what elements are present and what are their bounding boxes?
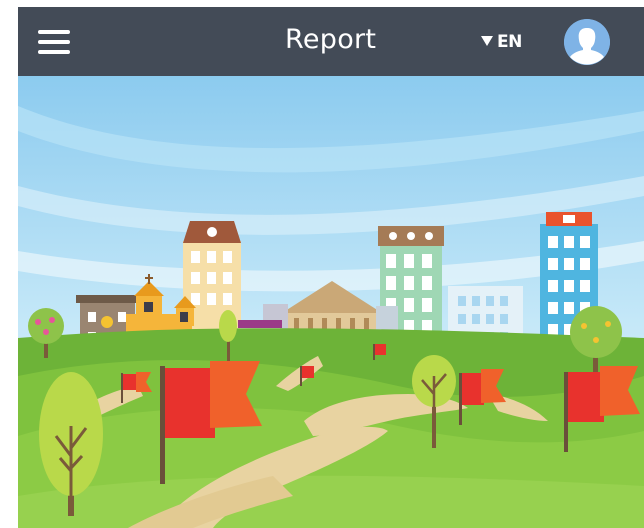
page-title: Report bbox=[285, 24, 377, 55]
top-app-bar: Report EN bbox=[18, 7, 644, 76]
user-avatar-icon[interactable] bbox=[564, 19, 610, 65]
hero-illustration bbox=[18, 76, 644, 528]
app-window: Report EN bbox=[18, 7, 644, 528]
user-silhouette-icon bbox=[564, 19, 610, 65]
language-label: EN bbox=[497, 32, 522, 52]
caret-down-icon bbox=[481, 36, 493, 46]
language-selector[interactable]: EN bbox=[481, 29, 522, 55]
hamburger-menu-icon[interactable] bbox=[38, 29, 70, 55]
